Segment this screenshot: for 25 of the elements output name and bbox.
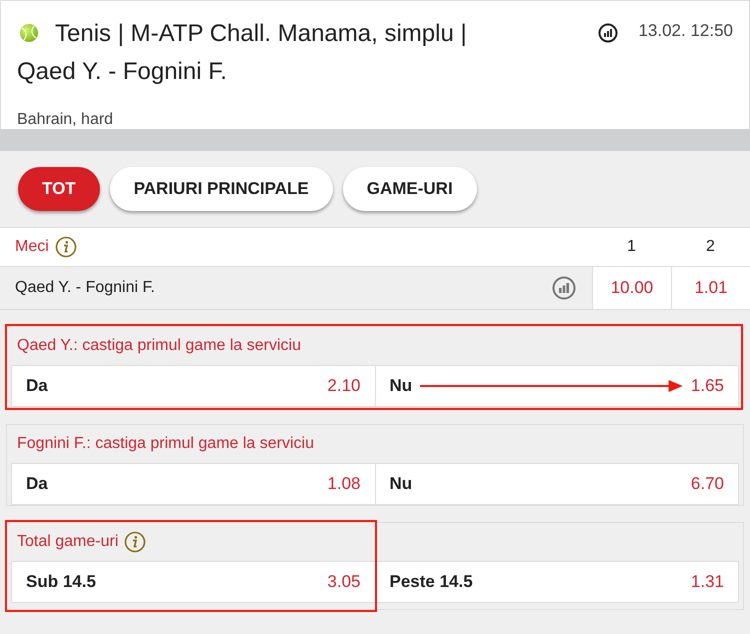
outcome-button[interactable]: Da 1.08 <box>11 463 376 505</box>
outcome-button[interactable]: Nu 6.70 <box>376 463 739 505</box>
market-title: Fognini F.: castiga primul game la serviciu <box>17 435 314 453</box>
match-name: Qaed Y. - Fognini F. <box>15 279 156 297</box>
event-title: Tenis | M-ATP Chall. Manama, simplu | Qaed Y. - Fognini F. <box>17 19 468 87</box>
filter-tab[interactable]: GAME-URI <box>342 167 477 211</box>
event-location: Bahrain, hard <box>17 111 114 129</box>
section-title: Meci <box>15 238 49 256</box>
event-datetime: 13.02. 12:50 <box>638 21 733 41</box>
column-header: 2 <box>705 238 716 256</box>
stats-icon[interactable] <box>598 23 618 43</box>
odds-button[interactable]: 10.00 <box>592 267 671 309</box>
outcome-button[interactable]: Da 2.10 <box>11 365 376 407</box>
outcome-button[interactable]: Peste 14.5 1.31 <box>376 561 739 603</box>
outcome-button[interactable]: Sub 14.5 3.05 <box>11 561 376 603</box>
odds-button[interactable]: 1.01 <box>671 267 750 309</box>
info-icon[interactable] <box>124 531 146 553</box>
tennis-ball-icon <box>19 23 39 43</box>
market-title: Qaed Y.: castiga primul game la serviciu <box>17 337 301 355</box>
outcome-button[interactable]: Nu 1.65 <box>376 365 739 407</box>
info-icon[interactable] <box>54 236 77 258</box>
filter-tab[interactable]: TOT <box>18 167 100 211</box>
market-title: Total game-uri <box>17 533 118 551</box>
column-header: 1 <box>626 238 637 256</box>
filter-tab[interactable]: PARIURI PRINCIPALE <box>110 167 333 211</box>
